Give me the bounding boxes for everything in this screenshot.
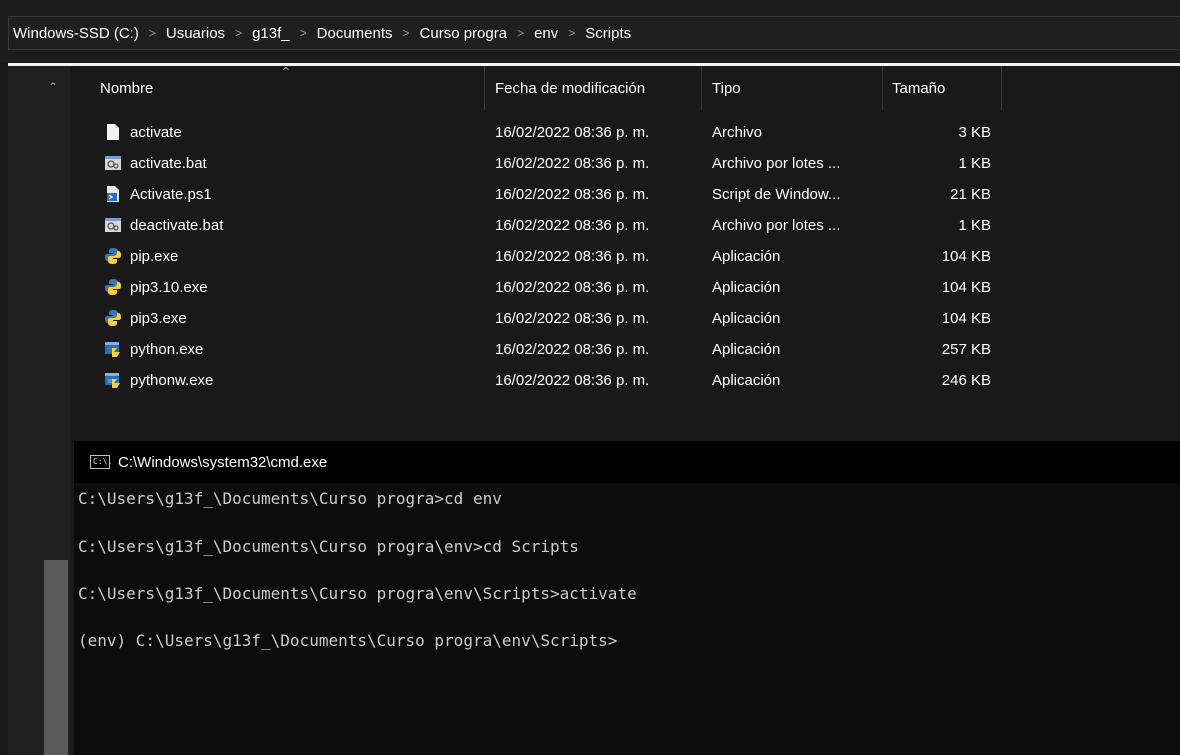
file-type: Aplicación [712,279,781,296]
file-modified: 16/02/2022 08:36 p. m. [495,248,650,265]
file-size: 1 KB [958,217,991,234]
file-type: Archivo por lotes ... [712,217,841,234]
cmd-icon: C:\. [90,455,113,469]
python-icon [105,310,121,326]
cmd-window[interactable]: C:\. C:\Windows\system32\cmd.exe C:\User… [74,441,1180,755]
cmd-title: C:\Windows\system32\cmd.exe [118,453,328,471]
file-modified: 16/02/2022 08:36 p. m. [495,186,650,203]
file-name: pip3.exe [130,310,187,327]
file-type: Aplicación [712,372,781,389]
pythonw-exe-icon [105,373,120,388]
chevron-right-icon[interactable]: > [292,26,315,40]
file-modified: 16/02/2022 08:36 p. m. [495,372,650,389]
file-size: 21 KB [950,186,991,203]
column-divider[interactable] [701,66,702,110]
breadcrumb-item-user[interactable]: g13f_ [250,25,292,42]
breadcrumb[interactable]: Windows-SSD (C:) > Usuarios > g13f_ > Do… [8,16,1180,50]
file-type: Archivo [712,124,763,141]
chevron-right-icon[interactable]: > [509,26,532,40]
cmd-prompt-line[interactable]: (env) C:\Users\g13f_\Documents\Curso pro… [78,631,617,650]
file-size: 1 KB [958,155,991,172]
file-row-activate-bat[interactable]: activate.bat 16/02/2022 08:36 p. m. Arch… [70,148,1180,179]
chevron-right-icon[interactable]: > [395,26,418,40]
file-size: 104 KB [941,248,991,265]
navigation-scrollbar[interactable] [44,560,68,755]
column-header-label: Nombre [100,79,154,97]
file-row-pip3-exe[interactable]: pip3.exe 16/02/2022 08:36 p. m. Aplicaci… [70,303,1180,334]
python-exe-icon [105,342,120,357]
file-modified: 16/02/2022 08:36 p. m. [495,279,650,296]
breadcrumb-item-usuarios[interactable]: Usuarios [164,25,227,42]
batch-file-icon [105,218,121,232]
python-icon [105,279,121,295]
file-size: 104 KB [941,310,991,327]
file-name: Activate.ps1 [130,186,212,203]
file-list: ⌃ Nombre Fecha de modificación Tipo Tama… [70,64,1180,436]
column-header-name[interactable]: Nombre [100,66,480,110]
file-type: Aplicación [712,248,781,265]
file-row-pip3-10-exe[interactable]: pip3.10.exe 16/02/2022 08:36 p. m. Aplic… [70,272,1180,303]
breadcrumb-item-drive[interactable]: Windows-SSD (C:) [9,25,141,42]
file-name: pythonw.exe [130,372,214,389]
column-header-modified[interactable]: Fecha de modificación [495,66,700,110]
cmd-output-line: C:\Users\g13f_\Documents\Curso progra>cd… [78,489,502,508]
file-name: pip3.10.exe [130,279,208,296]
cmd-output-line: C:\Users\g13f_\Documents\Curso progra\en… [78,537,579,556]
file-modified: 16/02/2022 08:36 p. m. [495,310,650,327]
column-header-type[interactable]: Tipo [712,66,882,110]
batch-file-icon [105,156,121,170]
column-header-label: Tamaño [892,79,946,97]
breadcrumb-item-documents[interactable]: Documents [315,25,395,42]
file-size: 246 KB [941,372,991,389]
file-name: activate [130,124,182,141]
cmd-output-line: C:\Users\g13f_\Documents\Curso progra\en… [78,584,637,603]
file-modified: 16/02/2022 08:36 p. m. [495,155,650,172]
breadcrumb-item-env[interactable]: env [532,25,560,42]
cmd-title-bar[interactable]: C:\. C:\Windows\system32\cmd.exe [74,441,1180,483]
column-divider[interactable] [484,66,485,110]
file-modified: 16/02/2022 08:36 p. m. [495,217,650,234]
file-size: 3 KB [958,124,991,141]
chevron-right-icon[interactable]: > [227,26,250,40]
file-row-python-exe[interactable]: python.exe 16/02/2022 08:36 p. m. Aplica… [70,334,1180,365]
file-row-activate[interactable]: activate 16/02/2022 08:36 p. m. Archivo … [70,117,1180,148]
column-divider[interactable] [1001,66,1002,110]
column-header-label: Fecha de modificación [495,79,646,97]
file-type: Aplicación [712,341,781,358]
file-size: 104 KB [941,279,991,296]
scroll-up-icon[interactable]: ⌃ [48,80,58,94]
file-type: Aplicación [712,310,781,327]
python-icon [105,248,121,264]
file-name: pip.exe [130,248,179,265]
column-header-label: Tipo [712,79,741,97]
chevron-right-icon[interactable]: > [141,26,164,40]
file-name: python.exe [130,341,204,358]
address-bar-area: Windows-SSD (C:) > Usuarios > g13f_ > Do… [0,0,1180,63]
file-name: deactivate.bat [130,217,224,234]
file-row-pythonw-exe[interactable]: pythonw.exe 16/02/2022 08:36 p. m. Aplic… [70,365,1180,396]
file-size: 257 KB [941,341,991,358]
column-divider[interactable] [882,66,883,110]
file-row-activate-ps1[interactable]: Activate.ps1 16/02/2022 08:36 p. m. Scri… [70,179,1180,210]
file-name: activate.bat [130,155,207,172]
file-type: Script de Window... [712,186,841,203]
chevron-right-icon[interactable]: > [560,26,583,40]
file-row-pip-exe[interactable]: pip.exe 16/02/2022 08:36 p. m. Aplicació… [70,241,1180,272]
file-type: Archivo por lotes ... [712,155,841,172]
breadcrumb-item-curso-progra[interactable]: Curso progra [418,25,510,42]
breadcrumb-item-scripts[interactable]: Scripts [583,25,633,42]
file-row-deactivate-bat[interactable]: deactivate.bat 16/02/2022 08:36 p. m. Ar… [70,210,1180,241]
cmd-icon-text: C:\. [93,457,113,466]
column-header-size[interactable]: Tamaño [892,66,1000,110]
file-modified: 16/02/2022 08:36 p. m. [495,124,650,141]
file-icon [107,124,119,140]
file-modified: 16/02/2022 08:36 p. m. [495,341,650,358]
powershell-icon [107,186,119,202]
